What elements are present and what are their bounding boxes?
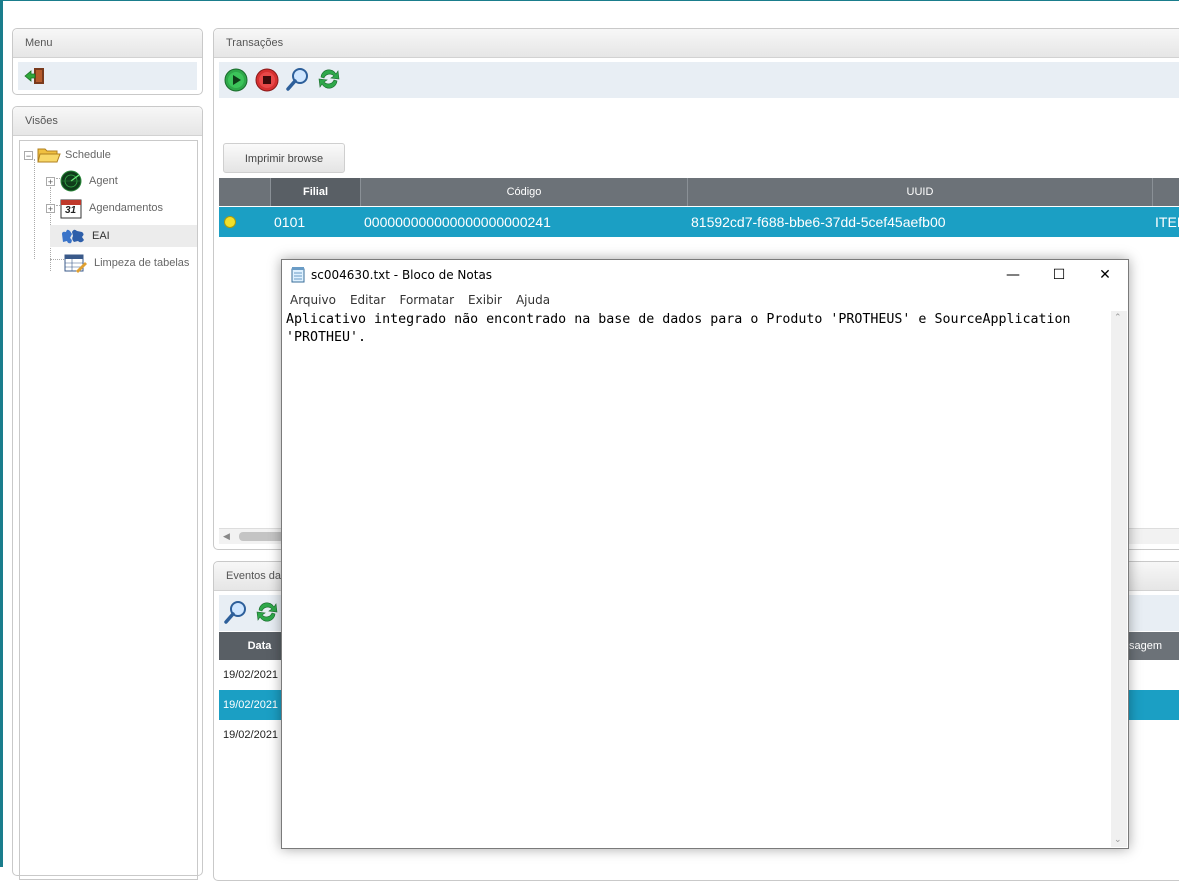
calendar-day: 31 — [65, 205, 77, 216]
notepad-window[interactable]: sc004630.txt - Bloco de Notas — ☐ ✕ Arqu… — [281, 259, 1129, 849]
tree-label-limpeza: Limpeza de tabelas — [94, 257, 190, 269]
visoes-panel-title: Visões — [13, 107, 202, 136]
menu-panel-title: Menu — [13, 29, 202, 58]
notepad-text-area[interactable]: Aplicativo integrado não encontrado na b… — [286, 311, 1110, 846]
tree-label-agendamentos: Agendamentos — [89, 202, 163, 214]
event-date: 19/02/2021 — [223, 729, 279, 741]
print-browse-button[interactable]: Imprimir browse — [223, 143, 345, 173]
table-row[interactable]: 0101 000000000000000000000241 81592cd7-f… — [219, 207, 1179, 237]
collapse-icon[interactable]: − — [24, 150, 33, 160]
notepad-menubar: Arquivo Editar Formatar Exibir Ajuda — [282, 290, 1128, 310]
visoes-panel: Visões − Schedule + Agent + 31 Agendamen… — [12, 106, 203, 880]
exit-door-icon[interactable] — [24, 67, 46, 85]
menu-toolbar — [18, 62, 197, 90]
grid-header-extra[interactable] — [1153, 178, 1179, 206]
maximize-button[interactable]: ☐ — [1036, 260, 1082, 290]
notepad-title: sc004630.txt - Bloco de Notas — [311, 268, 493, 282]
tree-item-agendamentos[interactable]: + 31 Agendamentos — [46, 197, 163, 219]
stop-icon[interactable] — [255, 68, 279, 92]
refresh-icon[interactable] — [255, 600, 279, 624]
notepad-icon — [291, 267, 305, 283]
tree-label-eai: EAI — [92, 230, 110, 242]
cell-codigo: 000000000000000000000241 — [364, 214, 551, 230]
scroll-up-icon[interactable]: ⌃ — [1114, 313, 1122, 323]
scroll-left-icon[interactable]: ◀ — [223, 531, 230, 542]
transacoes-panel-title: Transações — [214, 29, 1179, 58]
puzzle-icon — [60, 226, 86, 246]
status-dot-icon — [224, 216, 236, 228]
table-clean-icon — [64, 252, 88, 274]
menu-panel: Menu — [12, 28, 203, 95]
cell-extra: ITEI — [1155, 214, 1179, 230]
menu-formatar[interactable]: Formatar — [399, 293, 454, 307]
tree-label-schedule: Schedule — [65, 149, 111, 161]
tree-item-schedule[interactable]: − Schedule — [24, 144, 111, 166]
grid-header-status — [219, 178, 271, 206]
transacoes-toolbar — [219, 62, 1179, 98]
tree-container: − Schedule + Agent + 31 Agendamentos EAI… — [19, 140, 198, 880]
refresh-icon[interactable] — [317, 67, 341, 91]
cell-filial: 0101 — [274, 214, 306, 230]
menu-ajuda[interactable]: Ajuda — [516, 293, 550, 307]
play-icon[interactable] — [224, 68, 248, 92]
tree-item-eai[interactable]: EAI — [50, 225, 197, 247]
search-icon[interactable] — [286, 67, 310, 91]
notepad-titlebar[interactable]: sc004630.txt - Bloco de Notas — ☐ ✕ — [282, 260, 1128, 290]
event-date: 19/02/2021 — [223, 699, 279, 711]
cell-uuid: 81592cd7-f688-bbe6-37dd-5cef45aefb00 — [691, 214, 946, 230]
calendar-icon: 31 — [59, 197, 83, 219]
radar-icon — [59, 170, 83, 192]
left-border — [0, 0, 3, 867]
menu-exibir[interactable]: Exibir — [468, 293, 502, 307]
scroll-down-icon[interactable]: ⌄ — [1114, 835, 1122, 845]
grid-header-codigo[interactable]: Código — [361, 178, 688, 206]
vertical-scrollbar[interactable]: ⌃ ⌄ — [1111, 311, 1127, 847]
tree-label-agent: Agent — [89, 175, 118, 187]
folder-icon — [37, 146, 61, 164]
minimize-button[interactable]: — — [990, 260, 1036, 290]
expand-icon[interactable]: + — [46, 203, 55, 213]
expand-icon[interactable]: + — [46, 176, 55, 186]
grid-header-uuid[interactable]: UUID — [688, 178, 1153, 206]
tree-item-limpeza[interactable]: Limpeza de tabelas — [64, 252, 189, 274]
menu-editar[interactable]: Editar — [350, 293, 386, 307]
menu-arquivo[interactable]: Arquivo — [290, 293, 336, 307]
grid-header-filial[interactable]: Filial — [271, 178, 361, 206]
close-button[interactable]: ✕ — [1082, 260, 1128, 290]
tree-item-agent[interactable]: + Agent — [46, 170, 118, 192]
event-date: 19/02/2021 — [223, 669, 279, 681]
top-border — [0, 0, 1179, 1]
search-icon[interactable] — [224, 600, 248, 624]
